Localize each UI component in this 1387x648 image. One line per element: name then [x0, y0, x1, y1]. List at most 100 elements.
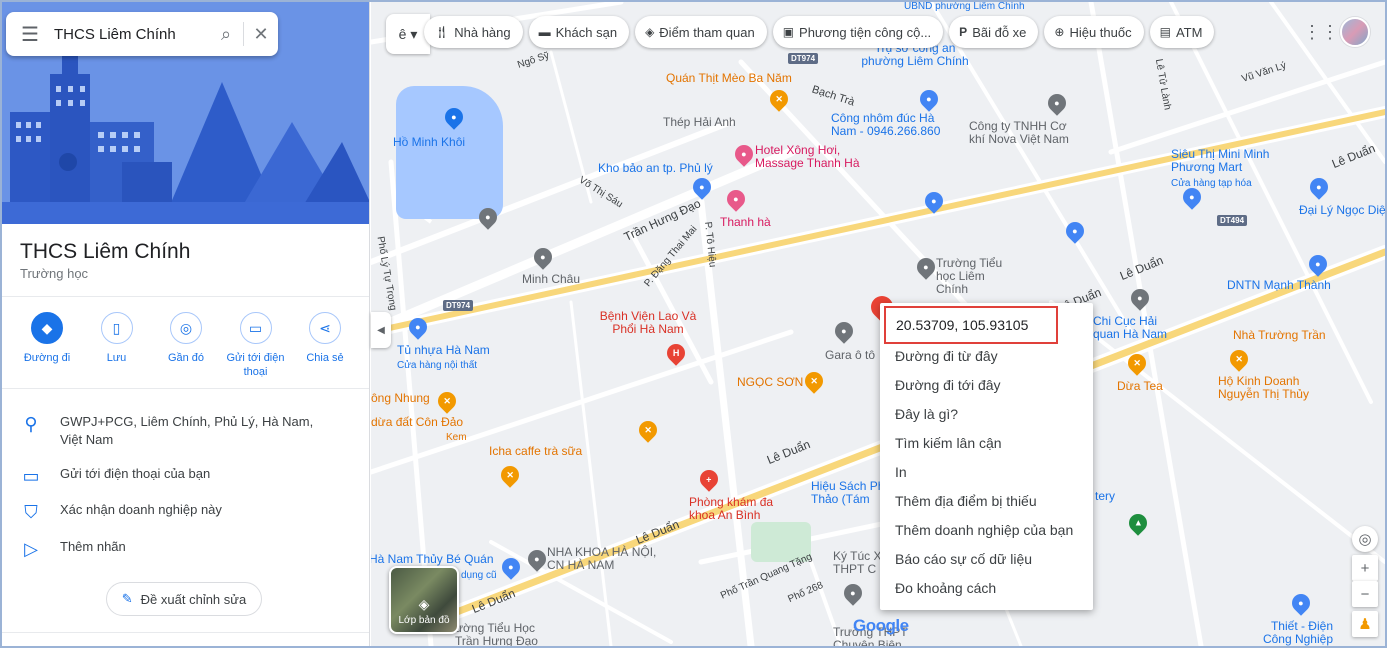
chip-restaurants[interactable]: 🍴︎ Nhà hàng — [424, 16, 523, 48]
chip-parking[interactable]: P Bãi đỗ xe — [949, 16, 1039, 48]
directions-icon: ◆ — [31, 312, 63, 344]
map-canvas[interactable]: DT974 DT974 DT494 UBND phường Liêm Chính… — [371, 2, 1385, 646]
menu-icon[interactable]: ☰ — [6, 22, 54, 47]
chip-restaurants-label: Nhà hàng — [454, 24, 511, 40]
map-label-tery[interactable]: tery — [1095, 490, 1115, 503]
map-label-truong-tieu-hoc[interactable]: Trường Tiểu học Liêm Chính — [936, 257, 1016, 296]
divider — [2, 632, 369, 633]
menu-item-whats-here[interactable]: Đây là gì? — [895, 406, 958, 422]
menu-item-add-missing-place[interactable]: Thêm địa điểm bị thiếu — [895, 493, 1037, 509]
map-label-quan-thit[interactable]: Quán Thịt Mèo Ba Năm — [666, 72, 792, 85]
map-label-nha-truong-tran[interactable]: Nhà Trường Trần — [1233, 329, 1326, 342]
road-shield: DT974 — [788, 53, 819, 64]
map-label-gara[interactable]: Gara ô tô — [825, 349, 875, 362]
save-label: Lưu — [106, 352, 127, 364]
layers-button[interactable]: ◈ Lớp bản đồ — [389, 566, 459, 634]
send-to-phone-text: Gửi tới điện thoại của bạn — [60, 466, 211, 481]
map-label-nha-khoa[interactable]: NHA KHOA HÀ NỘI, CN HÀ NAM — [547, 546, 657, 572]
map-label-tu-nhua[interactable]: Tủ nhựa Hà Nam — [397, 344, 490, 357]
share-label: Chia sẻ — [306, 352, 344, 364]
map-label-thiet[interactable]: Thiết - Điện Công Nghiệp — [1243, 620, 1333, 646]
map-label-ky-tuc[interactable]: Ký Túc X THPT C — [833, 550, 883, 576]
zoom-out-button[interactable]: − — [1352, 581, 1378, 607]
chip-transit-label: Phương tiện công cộ... — [799, 24, 932, 40]
map-label-chi-cuc[interactable]: Chi Cục Hải quan Hà Nam — [1093, 315, 1178, 341]
map-label-thuy-be[interactable]: Hà Nam Thủy Bé Quán — [371, 553, 494, 566]
my-location-button[interactable]: ◎ — [1352, 526, 1378, 552]
map-label-nova[interactable]: Công ty TNHH Cơ khí Nova Việt Nam — [969, 120, 1085, 146]
share-button[interactable]: ⋖ Chia sẻ — [292, 312, 358, 379]
save-button[interactable]: ▯ Lưu — [84, 312, 150, 379]
map-label-con-dao-sub: Kem — [446, 432, 467, 443]
menu-item-add-business[interactable]: Thêm doanh nghiệp của bạn — [895, 522, 1073, 538]
place-category: Trường học — [20, 266, 89, 281]
zoom-in-button[interactable]: + — [1352, 555, 1378, 581]
map-label-dua-tea[interactable]: Dừa Tea — [1117, 380, 1163, 393]
map-label-sieu-thi[interactable]: Siêu Thị Mini Minh Phương Mart — [1171, 148, 1291, 174]
map-label-icha[interactable]: Icha caffe trà sữa — [489, 445, 582, 458]
place-title: THCS Liêm Chính — [20, 240, 191, 263]
atm-icon: ▤ — [1159, 25, 1171, 39]
address-row[interactable]: ⚲ GWPJ+PCG, Liêm Chính, Phủ Lý, Hà Nam, … — [2, 413, 369, 449]
map-label-ubnd[interactable]: UBND phường Liêm Chính — [904, 2, 1025, 13]
collapse-panel-button[interactable]: ◀ — [371, 312, 391, 348]
search-box[interactable]: ☰ THCS Liêm Chính ⌕ ✕ — [6, 12, 278, 56]
menu-item-directions-from[interactable]: Đường đi từ đây — [895, 348, 998, 364]
map-label-cong-nhom[interactable]: Công nhôm đúc Hà Nam - 0946.266.860 — [831, 112, 956, 138]
fork-knife-icon: 🍴︎ — [434, 25, 450, 39]
avatar[interactable] — [1340, 17, 1370, 47]
map-label-hotel[interactable]: Hotel Xông Hơi, Massage Thanh Hà — [755, 144, 880, 170]
place-panel: ☰ THCS Liêm Chính ⌕ ✕ THCS Liêm Chính Tr… — [2, 2, 370, 646]
chip-atm[interactable]: ▤ ATM — [1149, 16, 1215, 48]
map-label-tu-nhua-sub: Cửa hàng nội thất — [397, 360, 478, 371]
map-label-nhung[interactable]: ông Nhung — [371, 392, 430, 405]
suggest-edit-label: Đề xuất chỉnh sửa — [140, 591, 247, 607]
search-input[interactable]: THCS Liêm Chính — [54, 26, 209, 43]
phone-forward-icon: ▭ — [22, 466, 40, 486]
coordinates-item[interactable]: 20.53709, 105.93105 — [884, 306, 1058, 344]
map-label-minh-chau[interactable]: Minh Châu — [522, 273, 580, 286]
chip-attractions[interactable]: ◈ Điểm tham quan — [635, 16, 767, 48]
map-label-benh-vien[interactable]: Bệnh Viện Lao Và Phổi Hà Nam — [598, 310, 698, 336]
suggest-edit-button[interactable]: ✎ Đề xuất chỉnh sửa — [106, 582, 262, 616]
layers-label: Lớp bản đồ — [398, 615, 450, 626]
map-label-ho-kinh[interactable]: Hộ Kinh Doanh Nguyễn Thị Thủy — [1218, 375, 1323, 401]
divider — [2, 296, 369, 297]
send-to-phone-row[interactable]: ▭ Gửi tới điện thoại của bạn — [2, 465, 369, 487]
chip-hotels-label: Khách sạn — [555, 24, 618, 40]
search-icon[interactable]: ⌕ — [209, 24, 243, 45]
map-label-kho-bao[interactable]: Kho bảo an tp. Phủ lý — [598, 162, 713, 175]
menu-item-directions-to[interactable]: Đường đi tới đây — [895, 377, 1001, 393]
map-label-ho-minh-khoi[interactable]: Hồ Minh Khôi — [393, 136, 465, 149]
divider — [2, 388, 369, 389]
add-label-row[interactable]: ▷ Thêm nhãn — [2, 538, 369, 560]
bookmark-icon: ▯ — [100, 312, 133, 344]
chip-hotels[interactable]: ▬ Khách sạn — [528, 16, 630, 48]
close-icon[interactable]: ✕ — [244, 24, 278, 45]
shield-check-icon: ⛉ — [24, 502, 38, 522]
menu-item-print[interactable]: In — [895, 464, 907, 480]
map-label-hieu-sach[interactable]: Hiệu Sách Ph Thảo (Tám — [811, 480, 885, 506]
pegman-icon[interactable]: ♟ — [1352, 611, 1378, 637]
send-to-phone-button[interactable]: ▭ Gửi tới điện thoại — [223, 312, 289, 379]
claim-business-row[interactable]: ⛉ Xác nhận doanh nghiệp này — [2, 501, 369, 523]
map-label-thep[interactable]: Thép Hải Anh — [663, 116, 736, 129]
map-label-ngoc-son[interactable]: NGỌC SƠN — [737, 376, 803, 389]
map-label-thanh-ha[interactable]: Thanh hà — [720, 216, 771, 229]
map-label-phong-kham[interactable]: Phòng khám đa khoa An Bình — [689, 496, 787, 522]
parking-icon: P — [959, 25, 968, 39]
nearby-button[interactable]: ◎ Gần đó — [153, 312, 219, 379]
phone-icon: ▭ — [239, 312, 272, 344]
directions-button[interactable]: ◆ Đường đi — [14, 312, 80, 379]
map-label-con-dao[interactable]: dừa đất Côn Đảo — [371, 416, 463, 429]
action-bar: ◆ Đường đi ▯ Lưu ◎ Gần đó ▭ Gửi tới điện… — [14, 312, 358, 379]
menu-item-search-nearby[interactable]: Tìm kiếm lân cận — [895, 435, 1002, 451]
send-to-phone-label: Gửi tới điện thoại — [226, 352, 285, 378]
chip-pharmacy[interactable]: ⊕ Hiệu thuốc — [1044, 16, 1144, 48]
menu-item-measure-distance[interactable]: Đo khoảng cách — [895, 580, 996, 596]
map-label-dntn[interactable]: DNTN Mạnh Thành — [1227, 279, 1331, 292]
menu-item-report-data[interactable]: Báo cáo sự cố dữ liệu — [895, 551, 1032, 567]
map-label-truong-tieu-hoc-bottom[interactable]: ường Tiểu Học Trần Hưng Đạo — [455, 622, 560, 647]
chip-transit[interactable]: ▣ Phương tiện công cộ... — [772, 16, 944, 48]
map-label-dai-ly[interactable]: Đại Lý Ngọc Diệ — [1299, 204, 1385, 217]
